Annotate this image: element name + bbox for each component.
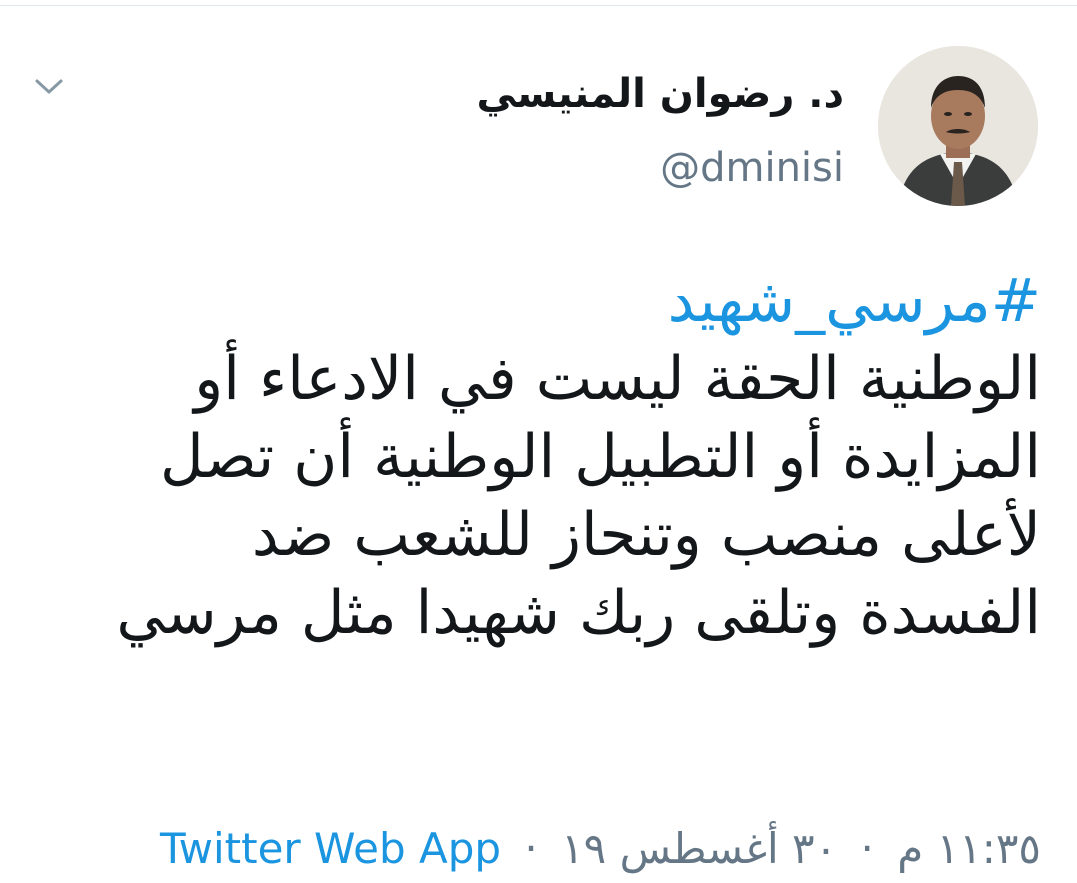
tweet-text: #مرسي_شهيد الوطنية الحقة ليست في الادعاء…	[41, 262, 1041, 652]
metadata-separator: ·	[524, 824, 538, 873]
avatar[interactable]	[878, 46, 1038, 206]
top-divider	[0, 0, 1077, 6]
display-name[interactable]: د. رضوان المنيسي	[476, 66, 844, 122]
user-handle[interactable]: @dminisi	[660, 140, 844, 196]
tweet-text-line: لأعلى منصب وتنحاز للشعب ضد	[251, 500, 1041, 570]
tweet-text-line: الفسدة وتلقى ربك شهيدا مثل مرسي	[116, 578, 1041, 648]
chevron-down-icon[interactable]	[33, 75, 65, 99]
tweet-time[interactable]: ١١:٣٥ م	[897, 824, 1041, 873]
tweet-metadata: ١١:٣٥ م · ٣٠ أغسطس ١٩ · Twitter Web App	[160, 820, 1041, 878]
metadata-separator: ·	[860, 824, 874, 873]
tweet-text-line: المزايدة أو التطبيل الوطنية أن تصل	[160, 422, 1041, 492]
tweet-date[interactable]: ٣٠ أغسطس ١٩	[561, 824, 837, 873]
hashtag-link[interactable]: #مرسي_شهيد	[41, 262, 1041, 340]
tweet-source-link[interactable]: Twitter Web App	[160, 824, 501, 873]
tweet-text-line: الوطنية الحقة ليست في الادعاء أو	[194, 344, 1041, 414]
